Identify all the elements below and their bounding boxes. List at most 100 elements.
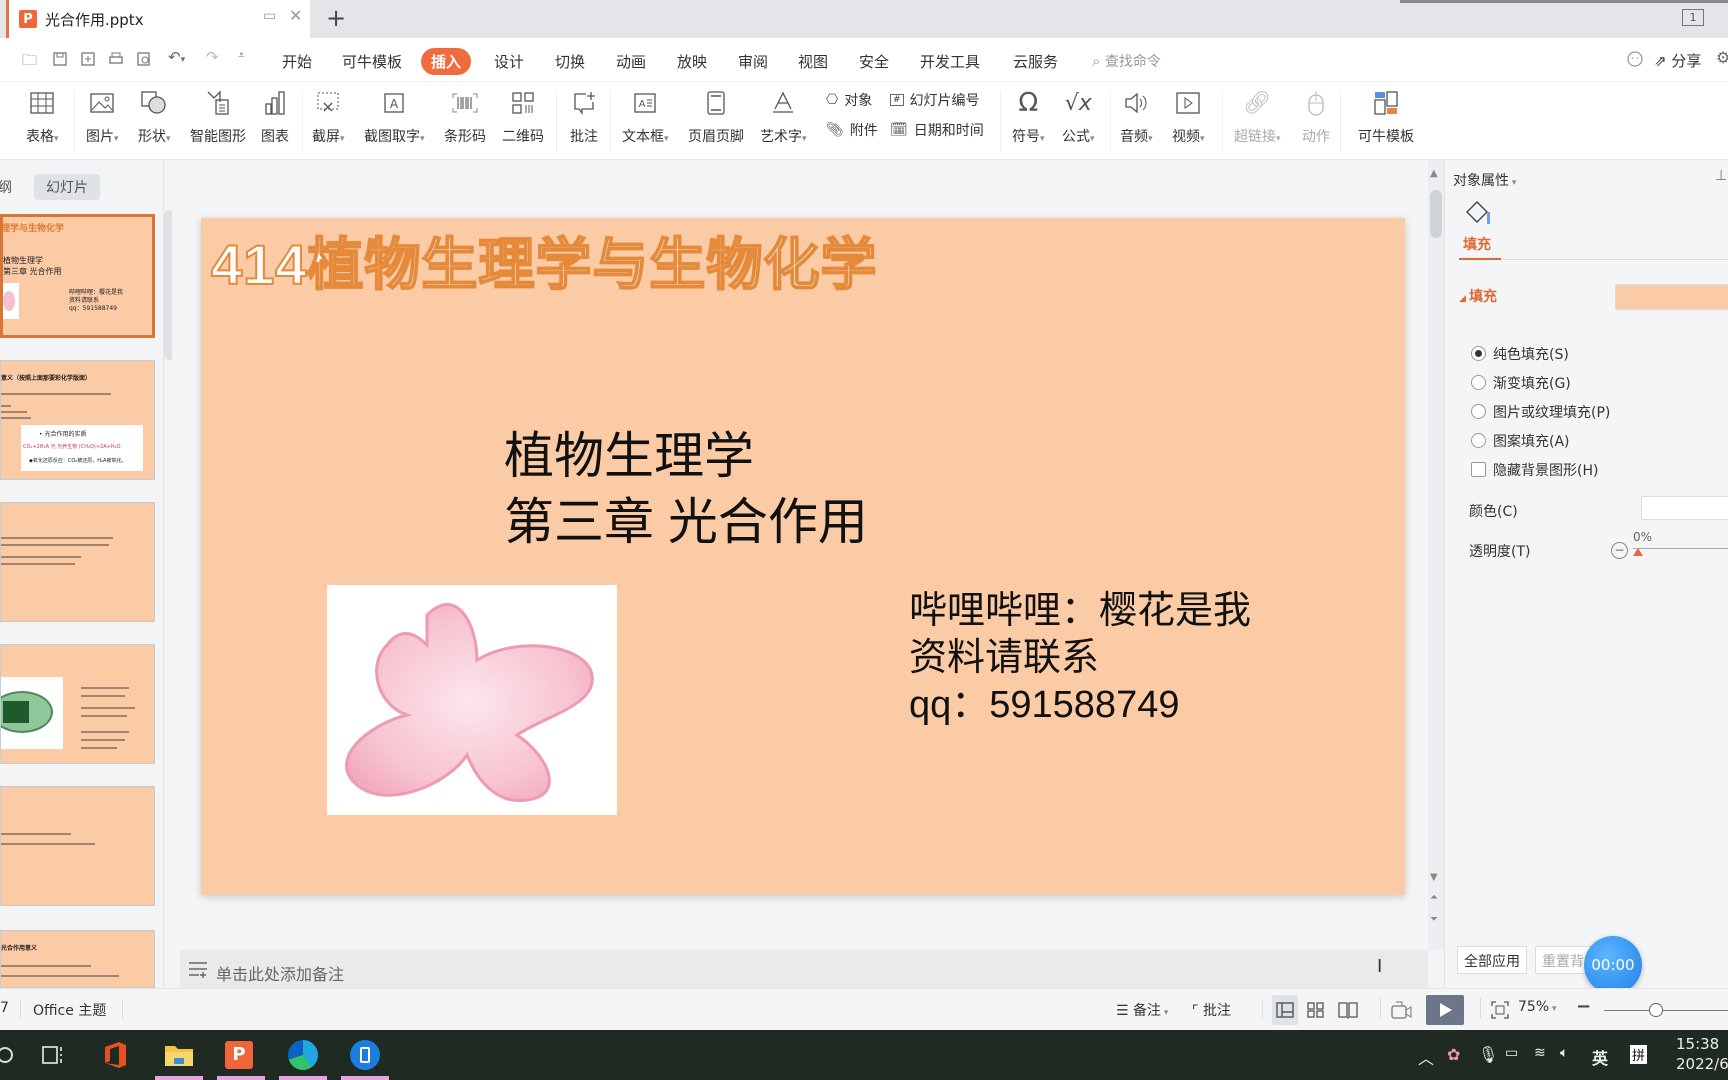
scroll-up-icon[interactable]: ▲ (1430, 168, 1438, 179)
smartart-button[interactable]: 智能图形 (190, 86, 246, 146)
volume-icon[interactable]: 🔈︎ (1560, 1045, 1568, 1061)
export-icon[interactable] (80, 51, 96, 67)
menu-developer[interactable]: 开发工具 (910, 48, 990, 75)
share-button[interactable]: ⇗ 分享 (1654, 50, 1701, 71)
audio-button[interactable]: 音频▾ (1120, 86, 1153, 146)
menu-insert[interactable]: 插入 (421, 48, 472, 75)
system-clock[interactable]: 15:38 2022/6/ (1676, 1034, 1728, 1074)
battery-icon[interactable]: ▭ (1505, 1045, 1518, 1061)
slide-thumbnail-4[interactable] (0, 644, 155, 764)
previous-slide-icon[interactable]: ⏶ (1430, 892, 1438, 903)
canvas-scroll-thumb[interactable] (1430, 190, 1442, 238)
record-screen-icon[interactable] (1390, 1000, 1412, 1020)
slide-number-button[interactable]: # 幻灯片编号 (890, 90, 980, 110)
slide-thumbnail-5[interactable] (0, 786, 155, 906)
contact-info[interactable]: 哔哩哔哩：樱花是我 资料请联系 qq：591588749 (909, 588, 1251, 729)
menu-home[interactable]: 开始 (272, 48, 322, 75)
slide-thumbnail-1[interactable]: 理学与生物化学 植物生理学 第三章 光合作用 哔哩哔哩：樱花是我 资料请联系 q… (0, 214, 155, 338)
tab-fill[interactable]: 填充 (1463, 234, 1491, 254)
tab-slides[interactable]: 幻灯片 (34, 174, 100, 200)
redo-icon[interactable]: ↷ (206, 48, 219, 66)
solid-fill-label[interactable]: 纯色填充(S) (1493, 344, 1569, 364)
zoom-slider[interactable] (1604, 1010, 1728, 1011)
tab-outline[interactable]: 纲 (0, 177, 12, 197)
radio-pattern-fill[interactable] (1471, 433, 1486, 448)
comment-button[interactable]: 批注 (570, 86, 598, 146)
keniu-template-button[interactable]: 可牛模板 (1358, 86, 1414, 146)
scroll-down-icon[interactable]: ▼ (1430, 872, 1438, 883)
picture-button[interactable]: 图片▾ (86, 86, 119, 146)
menu-security[interactable]: 安全 (849, 48, 899, 75)
slide[interactable]: 414植物生理学与生物化学 植物生理学 第三章 光合作用 哔哩哔哩：樱花是我 资… (201, 218, 1405, 895)
document-tab[interactable]: P 光合作用.pptx ▭ ✕ (6, 0, 310, 38)
fill-color-swatch[interactable] (1615, 284, 1728, 310)
input-language[interactable]: 英 (1592, 1045, 1608, 1069)
play-slideshow-button[interactable] (1426, 995, 1464, 1025)
notes-area[interactable] (180, 950, 1428, 990)
show-hidden-icons[interactable]: ︿ (1418, 1045, 1434, 1069)
next-slide-icon[interactable]: ⏷ (1430, 914, 1438, 925)
fill-section-toggle[interactable]: ◢ 填充 (1459, 286, 1497, 306)
zoom-out-button[interactable]: − (1576, 996, 1591, 1017)
recording-timer[interactable]: 00:00 (1584, 936, 1642, 994)
print-icon[interactable] (108, 51, 124, 67)
ime-mode[interactable]: 拼 (1630, 1045, 1648, 1064)
slide-thumbnail-6[interactable]: 光合作用意义 (0, 930, 155, 988)
slide-thumbnail-2[interactable]: 意义（按照上面那要彩化学版面） • 光合作用的实质 CO₂+2H₂A 光 光养生… (0, 360, 155, 480)
apply-all-button[interactable]: 全部应用 (1457, 946, 1527, 974)
page-indicator[interactable]: 1 (1682, 9, 1704, 26)
gradient-fill-label[interactable]: 渐变填充(G) (1493, 373, 1571, 393)
transparency-decrease-button[interactable]: − (1611, 542, 1628, 559)
wps-presentation-taskbar-icon[interactable]: P (222, 1038, 256, 1072)
office-app-icon[interactable] (98, 1038, 132, 1072)
search-command[interactable]: ⌕ 查找命令 (1092, 51, 1161, 71)
comment-toggle-button[interactable]: ⌜ 批注 (1192, 1000, 1231, 1020)
radio-solid-fill[interactable] (1471, 346, 1486, 361)
hide-background-label[interactable]: 隐藏背景图形(H) (1493, 460, 1598, 480)
menu-cloud[interactable]: 云服务 (1003, 48, 1068, 75)
action-button[interactable]: 动作 (1302, 86, 1330, 146)
menu-keniu-template[interactable]: 可牛模板 (332, 48, 412, 75)
customize-quick-access-icon[interactable]: ⩡ (238, 48, 245, 63)
chart-button[interactable]: 图表 (261, 86, 289, 146)
zoom-slider-handle[interactable] (1649, 1003, 1664, 1017)
slide-subtitle[interactable]: 植物生理学 第三章 光合作用 (504, 423, 868, 555)
color-dropdown[interactable] (1641, 496, 1728, 520)
normal-view-button[interactable] (1272, 995, 1298, 1025)
symbol-button[interactable]: Ω 符号▾ (1012, 86, 1045, 146)
barcode-button[interactable]: 条形码 (444, 86, 486, 146)
menu-view[interactable]: 视图 (788, 48, 838, 75)
zoom-level[interactable]: 75% ▾ (1518, 999, 1557, 1015)
hide-background-checkbox[interactable] (1471, 462, 1486, 477)
attachment-button[interactable]: 📎︎ 附件 (826, 120, 878, 140)
task-view-icon[interactable] (36, 1038, 70, 1072)
menu-review[interactable]: 审阅 (728, 48, 778, 75)
print-preview-icon[interactable] (136, 51, 152, 67)
close-tab-icon[interactable]: ✕ (289, 6, 302, 25)
shape-button[interactable]: 形状▾ (138, 86, 171, 146)
pattern-fill-label[interactable]: 图案填充(A) (1493, 431, 1570, 451)
transparency-slider-handle[interactable] (1633, 548, 1643, 556)
object-button[interactable]: ⎔ 对象 (826, 90, 872, 110)
radio-gradient-fill[interactable] (1471, 375, 1486, 390)
undo-icon[interactable]: ↶▾ (168, 48, 185, 66)
float-window-icon[interactable]: ▭ (263, 8, 276, 24)
search-taskbar-icon[interactable] (0, 1038, 22, 1072)
phone-link-icon[interactable] (348, 1038, 382, 1072)
settings-icon[interactable]: ⚙ (1716, 48, 1728, 67)
hyperlink-button[interactable]: 🔗︎ 超链接▾ (1234, 86, 1281, 146)
qrcode-button[interactable]: 二维码 (502, 86, 544, 146)
radio-picture-fill[interactable] (1471, 404, 1486, 419)
edge-browser-icon[interactable] (286, 1038, 320, 1072)
fit-window-icon[interactable] (1491, 1001, 1509, 1019)
slide-title[interactable]: 414植物生理学与生物化学 (210, 220, 877, 301)
open-icon[interactable]: 🗀 (22, 50, 37, 75)
canvas-scrollbar[interactable] (1428, 160, 1444, 950)
menu-transition[interactable]: 切换 (545, 48, 595, 75)
notes-toggle-button[interactable]: ☰ 备注 ▾ (1116, 1000, 1168, 1020)
transparency-slider[interactable] (1633, 548, 1728, 549)
sakura-tray-icon[interactable]: ✿ (1447, 1045, 1460, 1064)
ocr-button[interactable]: A 截图取字▾ (364, 86, 425, 146)
fill-bucket-icon[interactable] (1465, 200, 1493, 226)
menu-design[interactable]: 设计 (484, 48, 534, 75)
